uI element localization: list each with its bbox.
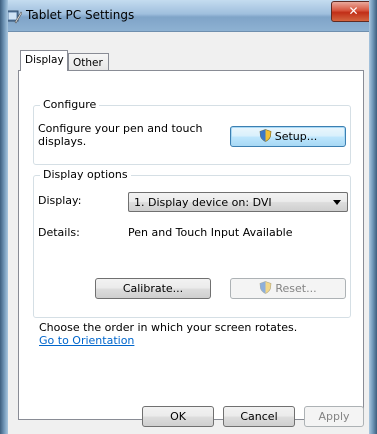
display-options-group: Display options Display: 1. Display devi… [33,168,351,318]
apply-button[interactable]: Apply [304,406,364,427]
details-value: Pen and Touch Input Available [128,226,293,239]
orientation-text: Choose the order in which your screen ro… [39,321,298,334]
setup-button[interactable]: Setup... [230,126,346,147]
display-select[interactable]: 1. Display device on: DVI [128,192,348,212]
configure-description: Configure your pen and touch displays. [38,122,203,148]
display-label: Display: [38,194,82,207]
uac-shield-icon [260,281,272,294]
tablet-pc-icon [6,10,22,24]
chevron-down-icon [333,200,341,205]
display-options-legend: Display options [40,168,131,181]
setup-button-label: Setup... [274,130,318,143]
configure-group: Configure Configure your pen and touch d… [33,98,351,165]
close-icon: ✕ [348,4,359,18]
dialog-client-area: Display Other Configure Configure your p… [8,32,369,434]
window-frame-right [369,0,377,434]
reset-button[interactable]: Reset... [230,278,346,299]
reset-button-label: Reset... [275,282,317,295]
window-frame-left [0,0,8,434]
uac-shield-icon [259,129,272,142]
tablet-pc-settings-dialog: Tablet PC Settings ✕ Display Other Confi… [0,0,377,434]
cancel-button[interactable]: Cancel [223,406,295,427]
display-select-value: 1. Display device on: DVI [134,196,272,209]
details-label: Details: [38,226,80,239]
tab-other[interactable]: Other [68,53,109,71]
configure-group-legend: Configure [40,98,100,111]
calibrate-button[interactable]: Calibrate... [95,278,211,299]
go-to-orientation-link[interactable]: Go to Orientation [39,334,134,347]
window-title: Tablet PC Settings [26,8,135,22]
display-tab-panel: Configure Configure your pen and touch d… [18,70,364,420]
tab-display[interactable]: Display [20,50,68,71]
title-bar[interactable]: Tablet PC Settings ✕ [0,0,377,32]
ok-button[interactable]: OK [142,406,214,427]
